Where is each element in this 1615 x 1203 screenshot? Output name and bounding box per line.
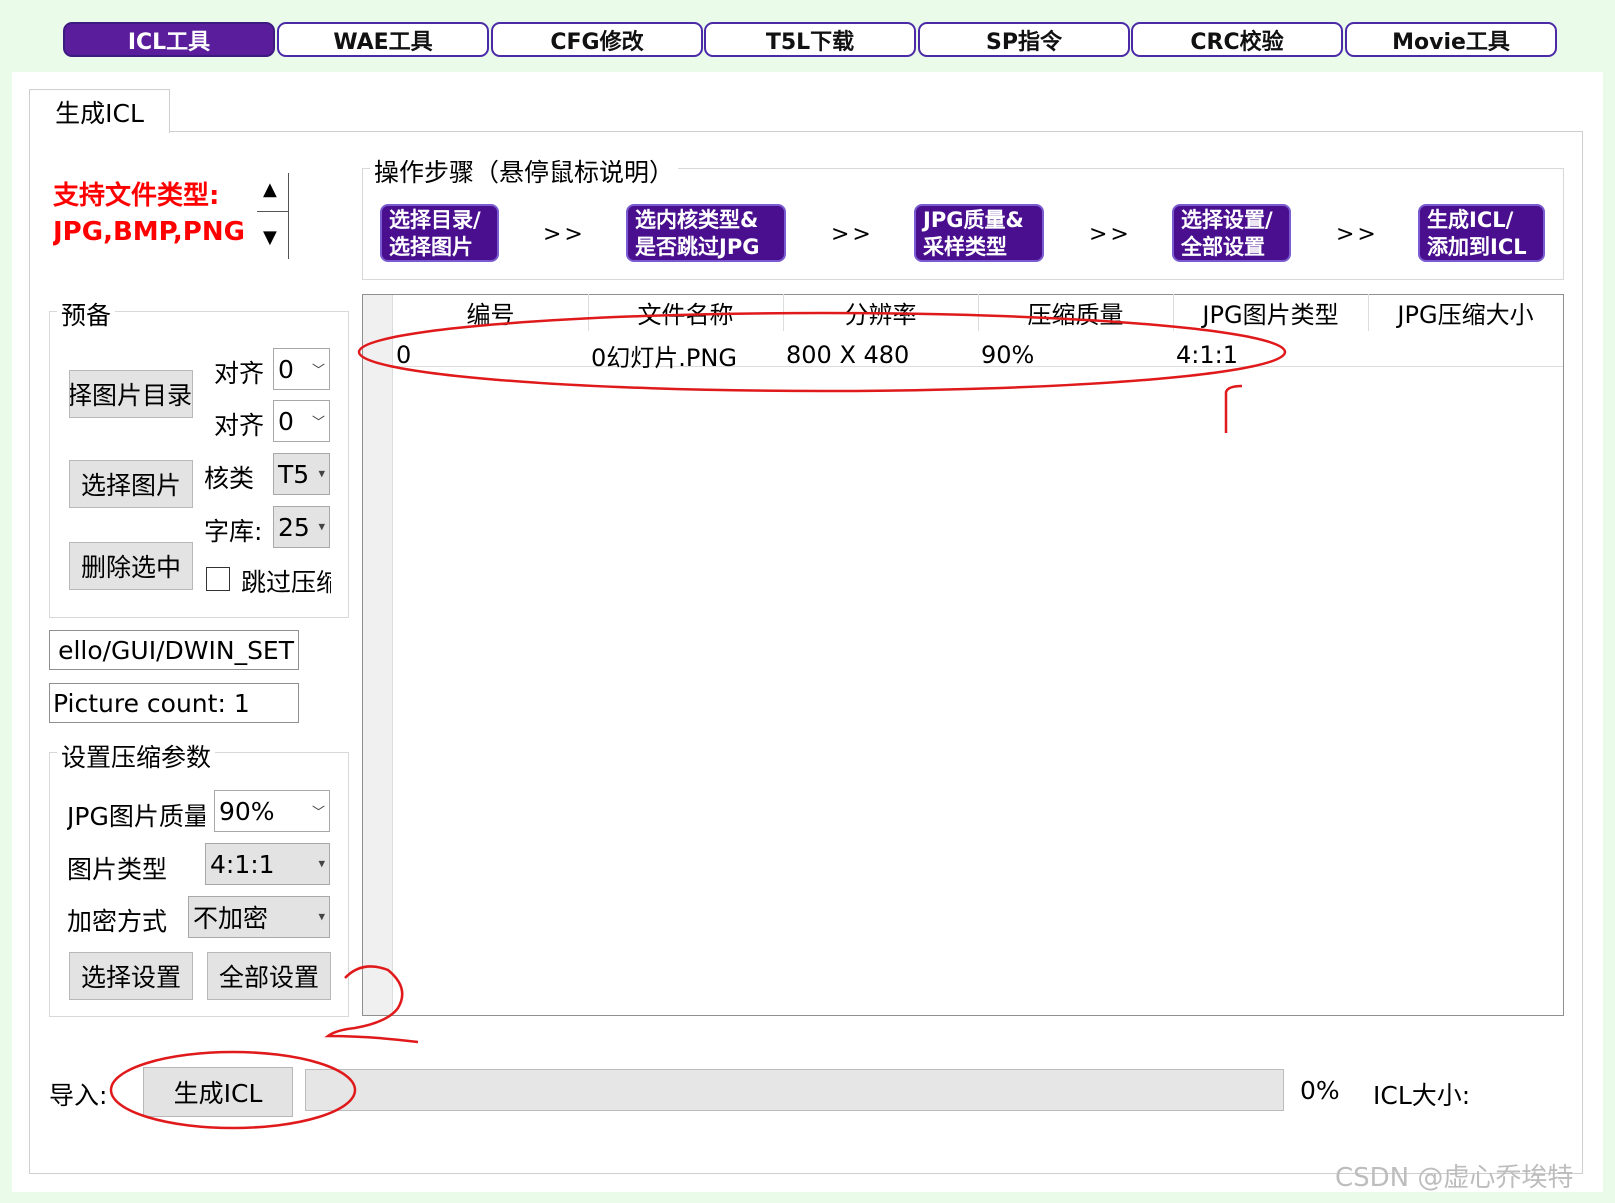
cell-filename: 0幻灯片.PNG [591,343,737,372]
skip-compress-label: 跳过压缩 [241,568,331,597]
step-separator: >> [543,222,586,247]
step-2-line2: 是否跳过JPG [635,235,760,259]
jpg-quality-label: JPG图片质量 [67,802,205,831]
image-type-select[interactable]: 4:1:1 ▾ [205,843,330,885]
skip-compress-checkbox[interactable] [206,567,230,591]
progress-bar [305,1069,1284,1111]
supported-types-scrollbar[interactable]: ▲ ▼ [257,173,289,259]
scroll-up-icon[interactable]: ▲ [263,179,277,200]
tab-generate-icl[interactable]: 生成ICL [29,89,170,133]
encryption-label: 加密方式 [67,907,168,936]
supported-types-value: JPG,BMP,PNG [53,217,245,247]
step-5-line1: 生成ICL/ [1427,208,1514,232]
select-directory-button[interactable]: 择图片目录 [69,370,193,418]
col-header-filename[interactable]: 文件名称 [588,294,784,331]
tab-icl-tool[interactable]: ICL工具 [63,22,275,57]
directory-path-field[interactable]: ello/GUI/DWIN_SET [49,630,299,670]
tab-t5l-download[interactable]: T5L下载 [704,22,916,57]
font-lib-select[interactable]: 25 ▾ [273,506,330,548]
step-5-line2: 添加到ICL [1427,235,1527,259]
tab-movie-tool[interactable]: Movie工具 [1345,22,1557,57]
v-align-value: 0 [278,406,294,436]
supported-types-text: 支持文件类型: JPG,BMP,PNG [53,178,253,258]
dropdown-icon: ▾ [318,856,325,872]
image-type-label: 图片类型 [67,855,168,884]
jpg-quality-select[interactable]: 90% ﹀ [214,790,330,832]
step-3-line1: JPG质量& [923,208,1024,232]
row-header-column [363,295,393,1015]
cell-id: 0 [396,341,412,369]
all-settings-button[interactable]: 全部设置 [207,952,331,1000]
import-label: 导入: [49,1081,108,1110]
core-type-select[interactable]: T5 ▾ [273,453,330,495]
step-4-button[interactable]: 选择设置/全部设置 [1172,204,1291,262]
step-5-button[interactable]: 生成ICL/添加到ICL [1418,204,1545,262]
dropdown-icon: ▾ [318,466,325,482]
scroll-divider [257,211,289,212]
select-picture-button[interactable]: 选择图片 [69,460,193,508]
progress-percent: 0% [1300,1076,1340,1105]
step-separator: >> [1336,222,1379,247]
prep-group-title: 预备 [57,296,116,332]
step-4-line2: 全部设置 [1181,235,1265,259]
cell-resolution: 800 X 480 [786,341,910,369]
col-header-quality[interactable]: 压缩质量 [978,294,1174,331]
delete-selected-button[interactable]: 删除选中 [69,542,193,590]
h-align-label: 对齐 [213,359,264,388]
chevron-down-icon: ﹀ [311,805,325,821]
encryption-value: 不加密 [193,904,269,933]
watermark: CSDN @虚心乔埃特 [1335,1163,1574,1193]
dropdown-icon: ▾ [318,909,325,925]
step-1-button[interactable]: 选择目录/选择图片 [380,204,499,262]
h-align-select[interactable]: 0 ﹀ [273,348,330,390]
cell-jpg-type: 4:1:1 [1176,341,1238,369]
step-3-button[interactable]: JPG质量& 采样类型 [914,204,1044,262]
step-2-line1: 选内核类型& [635,208,759,232]
select-settings-button[interactable]: 选择设置 [69,952,193,1000]
chevron-down-icon: ﹀ [311,363,325,379]
picture-count-field: Picture count: 1 [49,683,299,723]
col-header-jpg-size[interactable]: JPG压缩大小 [1368,294,1563,331]
col-header-resolution[interactable]: 分辨率 [783,294,979,331]
step-3-line2: 采样类型 [923,235,1007,259]
file-grid[interactable] [362,294,1564,1016]
v-align-label: 对齐 [213,411,264,440]
font-lib-value: 25 [278,512,310,542]
step-separator: >> [831,222,874,247]
supported-types-label: 支持文件类型: [53,181,220,211]
tab-wae-tool[interactable]: WAE工具 [277,22,489,57]
scroll-down-icon[interactable]: ▼ [263,227,277,248]
core-type-value: T5 [278,459,310,489]
generate-icl-button[interactable]: 生成ICL [143,1067,293,1117]
steps-group-title: 操作步骤（悬停鼠标说明） [370,153,679,189]
compress-group-title: 设置压缩参数 [57,738,216,774]
step-2-button[interactable]: 选内核类型& 是否跳过JPG [626,204,786,262]
tab-crc-check[interactable]: CRC校验 [1131,22,1343,57]
step-1-line1: 选择目录/ [389,208,481,232]
tab-cfg-edit[interactable]: CFG修改 [491,22,703,57]
image-type-value: 4:1:1 [210,849,275,879]
encryption-select[interactable]: 不加密 ▾ [188,896,330,938]
icl-size-label: ICL大小: [1373,1081,1471,1110]
col-header-jpg-type[interactable]: JPG图片类型 [1173,294,1369,331]
v-align-select[interactable]: 0 ﹀ [273,400,330,442]
core-type-label: 核类 [204,464,255,493]
font-lib-label: 字库: [204,517,263,546]
h-align-value: 0 [278,354,294,384]
step-1-line2: 选择图片 [389,235,473,259]
dropdown-icon: ▾ [318,519,325,535]
jpg-quality-value: 90% [219,796,275,826]
col-header-id[interactable]: 编号 [393,294,589,331]
step-4-line1: 选择设置/ [1181,208,1273,232]
cell-quality: 90% [981,341,1035,369]
step-separator: >> [1089,222,1132,247]
tab-sp-command[interactable]: SP指令 [918,22,1130,57]
chevron-down-icon: ﹀ [311,415,325,431]
